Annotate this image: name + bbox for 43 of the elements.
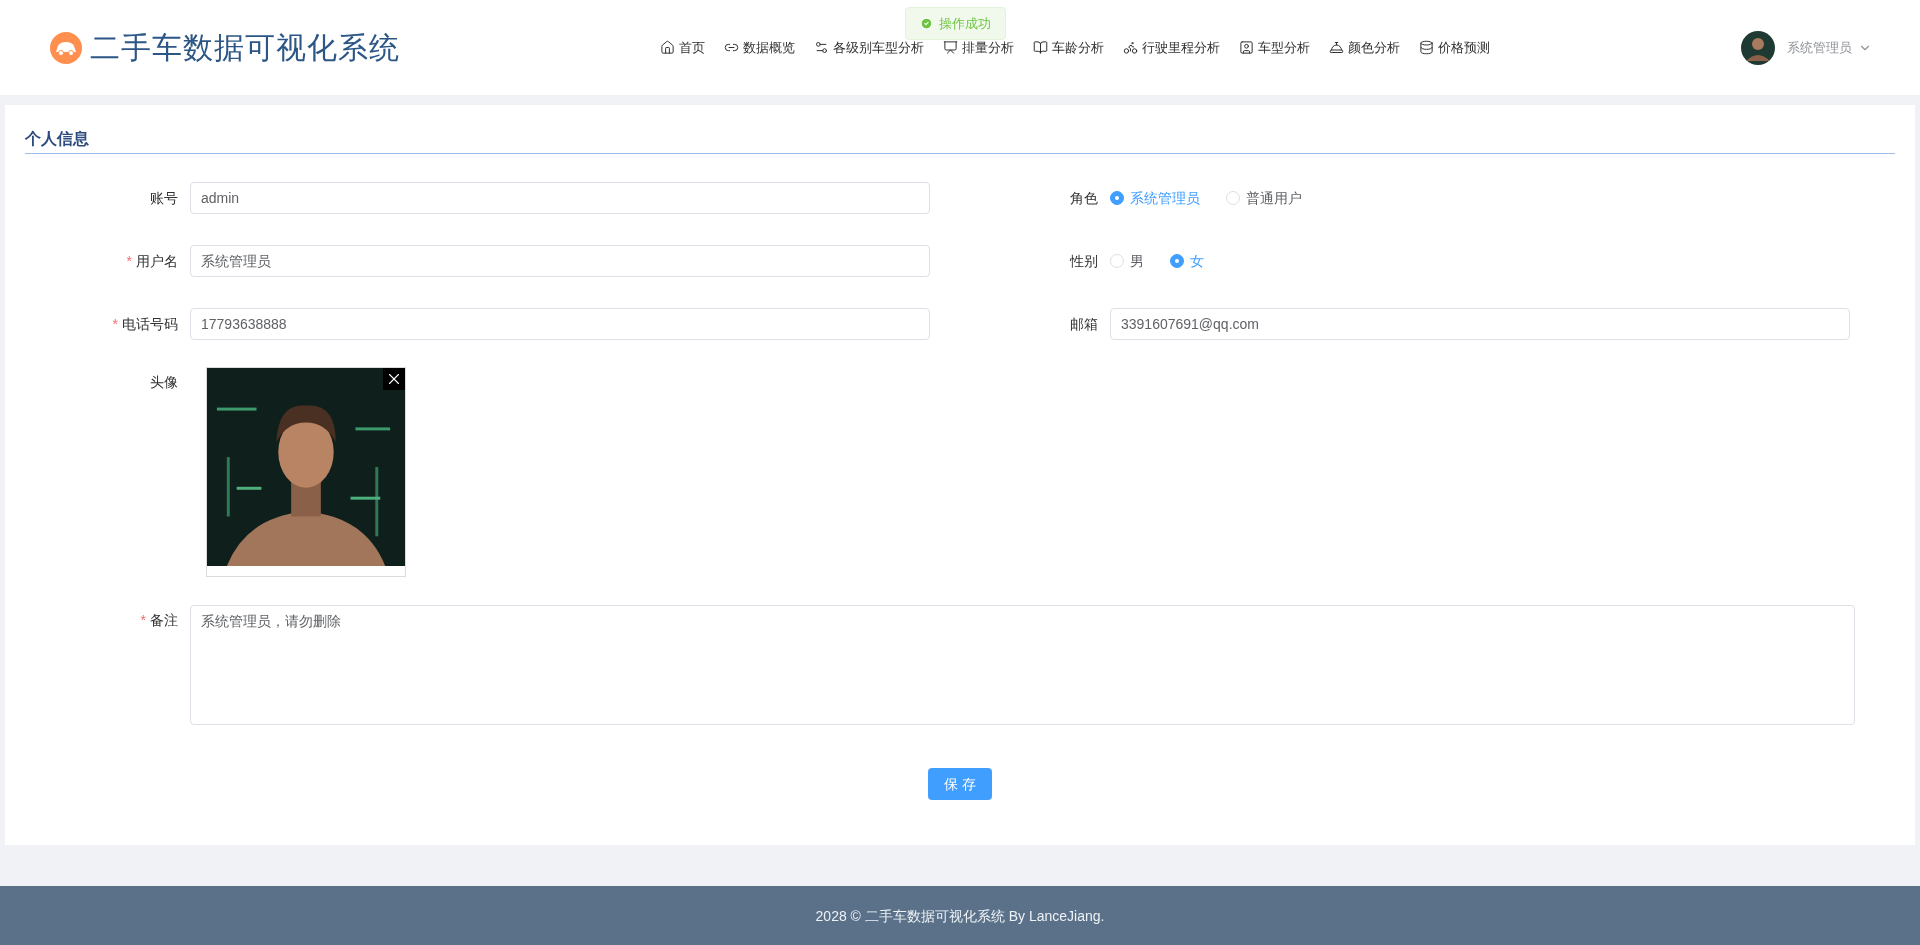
required-mark: *: [126, 252, 132, 271]
success-toast: 操作成功: [905, 7, 1006, 40]
field-label: 账号: [150, 189, 178, 208]
bell-icon: [1329, 40, 1344, 55]
car-logo-icon: [50, 31, 82, 64]
required-mark: *: [140, 611, 146, 630]
footer-text: 2028 © 二手车数据可视化系统 By LanceJiang.: [815, 906, 1105, 926]
field-label: 用户名: [136, 252, 178, 271]
bicycle-icon: [1123, 40, 1138, 55]
field-label: 角色: [1070, 189, 1098, 208]
text-field[interactable]: 系统管理员: [190, 245, 930, 277]
nav-link[interactable]: 价格预测: [1419, 37, 1490, 58]
text-field[interactable]: 17793638888: [190, 308, 930, 340]
section-title: 个人信息: [25, 130, 89, 147]
portrait-icon: [1239, 40, 1254, 55]
text-field[interactable]: admin: [190, 182, 930, 214]
notes-field[interactable]: 系统管理员，请勿删除: [190, 605, 1855, 725]
easel-icon: [943, 40, 958, 55]
app-title: 二手车数据可视化系统: [90, 30, 400, 66]
close-icon[interactable]: [383, 368, 405, 390]
nav-link[interactable]: 行驶里程分析: [1123, 37, 1220, 58]
nav-link[interactable]: 车龄分析: [1033, 37, 1104, 58]
nav-link[interactable]: 数据概览: [724, 37, 795, 58]
field-label: 邮箱: [1070, 315, 1098, 334]
nav-link[interactable]: 排量分析: [943, 37, 1014, 58]
nav-link[interactable]: 车型分析: [1239, 37, 1310, 58]
field-label: 头像: [150, 373, 178, 392]
user-avatar-icon: [1741, 30, 1775, 65]
text-field[interactable]: 3391607691@qq.com: [1110, 308, 1850, 340]
radio-option[interactable]: 男: [1110, 251, 1144, 271]
database-icon: [1419, 40, 1434, 55]
nav-link[interactable]: 首页: [660, 37, 705, 58]
sliders-icon: [814, 40, 829, 55]
check-icon: [920, 17, 933, 30]
field-label: 备注: [150, 611, 178, 630]
nav-link[interactable]: 颜色分析: [1329, 37, 1400, 58]
nav-link[interactable]: 各级别车型分析: [814, 37, 924, 58]
house-icon: [660, 40, 675, 55]
field-label: 电话号码: [122, 315, 178, 334]
book-icon: [1033, 40, 1048, 55]
field-label: 性别: [1070, 252, 1098, 271]
radio-option[interactable]: 普通用户: [1226, 188, 1302, 208]
required-mark: *: [112, 315, 118, 334]
